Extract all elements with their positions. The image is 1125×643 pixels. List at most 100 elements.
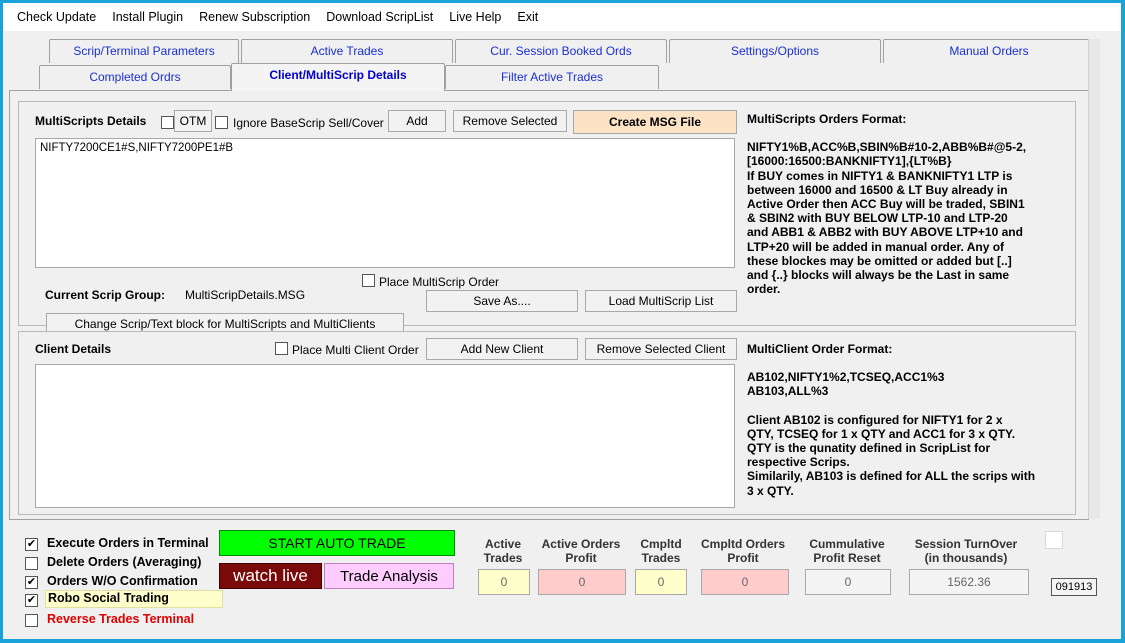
session-turnover-header: Session TurnOver (in thousands) (901, 537, 1031, 565)
save-as-button[interactable]: Save As.... (426, 290, 578, 312)
format-line: [16000:16500:BANKNIFTY1],{LT%B} (747, 154, 952, 169)
format-line: Similarily, AB103 is defined for ALL the… (747, 469, 1036, 484)
current-scrip-group-label: Current Scrip Group: (45, 288, 166, 302)
stat-head-line: Profit (727, 550, 759, 565)
create-msg-file-button[interactable]: Create MSG File (573, 110, 737, 134)
format-line: Active Order then ACC Buy will be traded… (747, 197, 1025, 212)
tab-manual-orders[interactable]: Manual Orders (883, 39, 1095, 63)
orders-wo-confirmation-label: Orders W/O Confirmation (47, 574, 198, 588)
watch-live-button[interactable]: watch live (219, 563, 322, 589)
stat-head-line: Session TurnOver (914, 537, 1018, 551)
format-line: and {..} blocks will always be the Last … (747, 268, 1010, 283)
menu-exit[interactable]: Exit (509, 10, 546, 24)
otm-checkbox[interactable] (161, 116, 174, 129)
format-line: 3 x QTY. (747, 483, 794, 498)
format-line: LTP+20 will be added in manual order. An… (747, 239, 1005, 254)
stat-head-line: Profit Reset (813, 550, 881, 565)
place-multiscrip-label: Place MultiScrip Order (379, 275, 500, 289)
multiclient-format-block: MultiClient Order Format: AB102,NIFTY1%2… (747, 342, 1077, 498)
active-orders-profit-header: Active Orders Profit (533, 537, 629, 565)
format-line: and ABB1 & ABB2 with BUY ABOVE LTP+10 an… (747, 225, 1023, 240)
current-scrip-group-value: MultiScripDetails.MSG (185, 288, 306, 302)
tab-client-multiscrip-details[interactable]: Client/MultiScrip Details (231, 63, 445, 91)
tab-scrip-terminal-parameters[interactable]: Scrip/Terminal Parameters (49, 39, 239, 63)
format-line: QTY is the qunatity defined in ScripList… (747, 441, 991, 456)
menu-download-scriplist[interactable]: Download ScripList (318, 10, 441, 24)
tab-cur-session-booked-ords[interactable]: Cur. Session Booked Ords (455, 39, 667, 63)
bottom-control-bar: ✔ Execute Orders in Terminal Delete Orde… (3, 525, 1121, 639)
place-multi-client-checkbox[interactable] (275, 342, 288, 355)
reverse-trades-label: Reverse Trades Terminal (47, 612, 195, 626)
format-line: order. (747, 282, 781, 297)
stat-head-line: Active (484, 537, 522, 551)
menu-bar: Check Update Install Plugin Renew Subscr… (3, 3, 1121, 31)
tab-panel-client-multiscrip: MultiScripts Details OTM Ignore BaseScri… (9, 90, 1089, 520)
active-orders-profit-value: 0 (538, 569, 626, 595)
multiscripts-details-title: MultiScripts Details (35, 114, 147, 128)
execute-orders-checkbox[interactable]: ✔ (25, 538, 38, 551)
stat-head-line: (in thousands) (924, 550, 1008, 565)
cmpltd-trades-header: Cmpltd Trades (631, 537, 691, 565)
multiscripts-text: NIFTY7200CE1#S,NIFTY7200PE1#B (40, 142, 234, 154)
vertical-scrollbar[interactable] (1088, 39, 1100, 519)
place-multi-client-label: Place Multi Client Order (292, 343, 419, 357)
stat-head-line: Cmpltd Orders (700, 537, 785, 551)
format-line: QTY, TCSEQ for 1 x QTY and ACC1 for 3 x … (747, 426, 1016, 441)
place-multiscrip-checkbox[interactable] (362, 274, 375, 287)
orders-wo-confirmation-checkbox[interactable]: ✔ (25, 576, 38, 589)
multiscripts-group: MultiScripts Details OTM Ignore BaseScri… (18, 101, 1076, 326)
tab-filter-active-trades[interactable]: Filter Active Trades (445, 65, 659, 89)
format-line: AB103,ALL%3 (747, 384, 829, 399)
format-line: AB102,NIFTY1%2,TCSEQ,ACC1%3 (747, 370, 945, 385)
stat-head-line: Profit (565, 550, 597, 565)
format-line: these blockes may be omitted or added bu… (747, 253, 1012, 268)
add-new-client-button[interactable]: Add New Client (426, 338, 578, 360)
format-line: NIFTY1%B,ACC%B,SBIN%B#10-2,ABB%B#@5-2, (747, 140, 1027, 155)
app-window: Check Update Install Plugin Renew Subscr… (3, 3, 1121, 639)
multiscripts-format-block: MultiScripts Orders Format: NIFTY1%B,ACC… (747, 112, 1077, 296)
multiclient-format-title: MultiClient Order Format: (747, 342, 893, 356)
trade-analysis-button[interactable]: Trade Analysis (324, 563, 454, 589)
otm-button[interactable]: OTM (174, 110, 212, 132)
tab-active-trades[interactable]: Active Trades (241, 39, 453, 63)
status-indicator-box (1045, 531, 1063, 549)
menu-renew-subscription[interactable]: Renew Subscription (191, 10, 318, 24)
format-line: between 16000 and 16500 & LT Buy already… (747, 182, 1008, 197)
remove-selected-client-button[interactable]: Remove Selected Client (585, 338, 737, 360)
reverse-trades-checkbox[interactable] (25, 614, 38, 627)
delete-orders-checkbox[interactable] (25, 557, 38, 570)
stat-head-line: Trades (483, 550, 523, 565)
multiscripts-format-title: MultiScripts Orders Format: (747, 112, 907, 126)
ignore-basescrip-checkbox[interactable] (215, 116, 228, 129)
remove-selected-button[interactable]: Remove Selected (453, 110, 567, 132)
client-details-group: Client Details Place Multi Client Order … (18, 331, 1076, 515)
menu-check-update[interactable]: Check Update (9, 10, 104, 24)
stat-head-line: Cmpltd (640, 537, 682, 551)
cummulative-profit-reset-value[interactable]: 0 (805, 569, 891, 595)
add-button[interactable]: Add (388, 110, 446, 132)
cmpltd-orders-profit-value: 0 (701, 569, 789, 595)
stat-head-line: Active Orders (541, 537, 621, 551)
execute-orders-label: Execute Orders in Terminal (47, 536, 209, 550)
format-line: If BUY comes in NIFTY1 & BANKNIFTY1 LTP … (747, 168, 1013, 183)
format-line: & SBIN2 with BUY BELOW LTP-10 and LTP-20 (747, 211, 1008, 226)
menu-live-help[interactable]: Live Help (441, 10, 509, 24)
active-trades-value: 0 (478, 569, 530, 595)
menu-install-plugin[interactable]: Install Plugin (104, 10, 191, 24)
client-details-textarea[interactable] (35, 364, 735, 508)
start-auto-trade-button[interactable]: START AUTO TRADE (219, 530, 455, 556)
session-code-box: 091913 (1051, 578, 1097, 596)
load-multiscrip-list-button[interactable]: Load MultiScrip List (585, 290, 737, 312)
tab-settings-options[interactable]: Settings/Options (669, 39, 881, 63)
format-line (747, 399, 1077, 413)
format-line: Client AB102 is configured for NIFTY1 fo… (747, 412, 1003, 427)
cmpltd-orders-profit-header: Cmpltd Orders Profit (693, 537, 793, 565)
ignore-basescrip-label: Ignore BaseScrip Sell/Cover (233, 116, 384, 130)
active-trades-header: Active Trades (473, 537, 533, 565)
multiscripts-textarea[interactable]: NIFTY7200CE1#S,NIFTY7200PE1#B (35, 138, 735, 268)
robo-social-trading-checkbox[interactable]: ✔ (25, 594, 38, 607)
stat-head-line: Trades (641, 550, 681, 565)
session-turnover-value: 1562.36 (909, 569, 1029, 595)
tab-completed-ordrs[interactable]: Completed Ordrs (39, 65, 231, 89)
delete-orders-label: Delete Orders (Averaging) (47, 555, 202, 569)
